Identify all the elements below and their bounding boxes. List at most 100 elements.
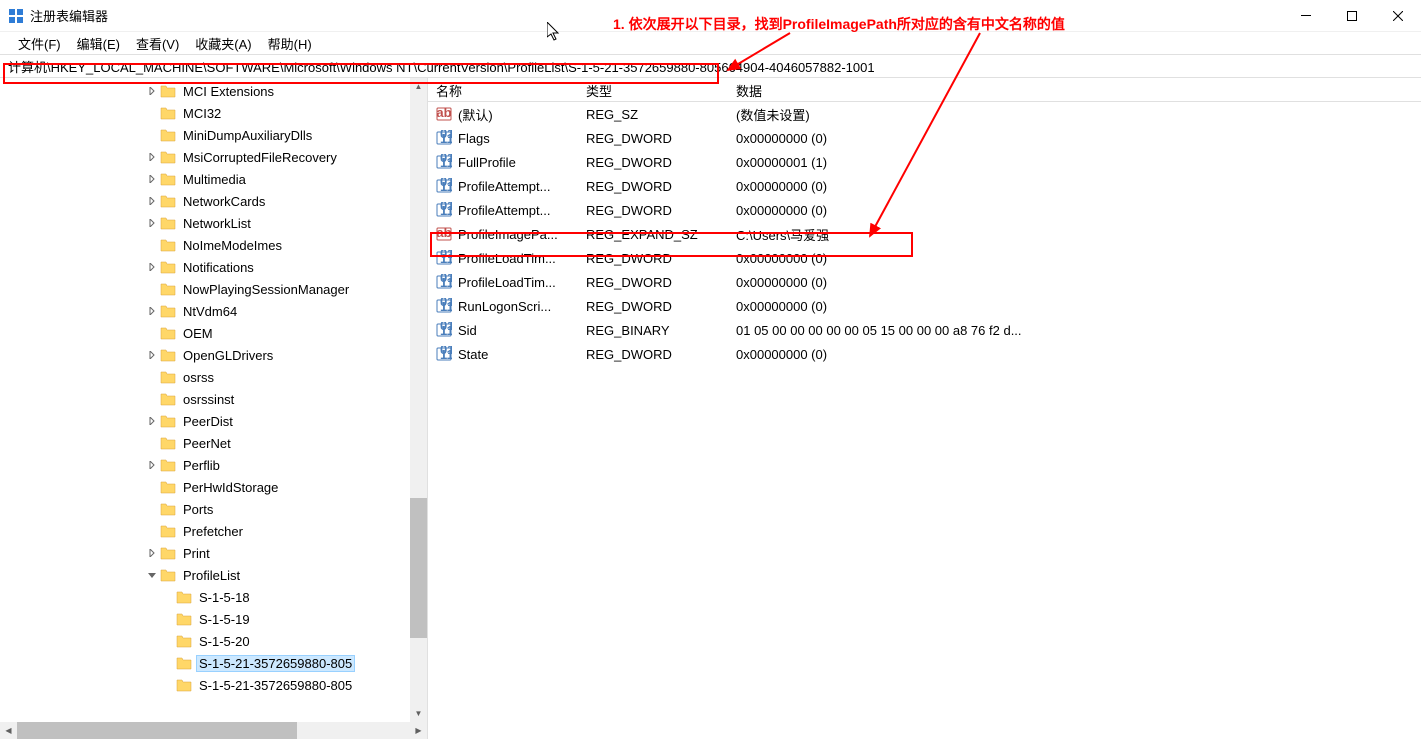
column-data[interactable]: 数据 bbox=[728, 78, 1421, 101]
expand-icon[interactable] bbox=[144, 457, 160, 473]
tree-item[interactable]: NoImeModeImes bbox=[0, 234, 427, 256]
menu-edit[interactable]: 编辑(E) bbox=[69, 33, 128, 54]
tree-item[interactable]: ProfileList bbox=[0, 564, 427, 586]
tree-item-label: MCI Extensions bbox=[180, 83, 277, 100]
list-row[interactable]: 011110ProfileAttempt...REG_DWORD0x000000… bbox=[428, 174, 1421, 198]
list-row[interactable]: 011110SidREG_BINARY01 05 00 00 00 00 00 … bbox=[428, 318, 1421, 342]
horizontal-scroll-thumb[interactable] bbox=[17, 722, 297, 739]
expand-icon[interactable] bbox=[144, 171, 160, 187]
tree-horizontal-scrollbar[interactable]: ◀ ▶ bbox=[0, 722, 427, 739]
list-row[interactable]: 011110FlagsREG_DWORD0x00000000 (0) bbox=[428, 126, 1421, 150]
tree-item[interactable]: MCI32 bbox=[0, 102, 427, 124]
expand-icon bbox=[160, 677, 176, 693]
tree-item[interactable]: NtVdm64 bbox=[0, 300, 427, 322]
cell-name: ab(默认) bbox=[428, 103, 578, 126]
main-content: MCI Extensions MCI32 MiniDumpAuxiliaryDlls… bbox=[0, 78, 1421, 739]
expand-icon[interactable] bbox=[144, 259, 160, 275]
addressbar[interactable]: 计算机\HKEY_LOCAL_MACHINE\SOFTWARE\Microsof… bbox=[0, 54, 1421, 78]
tree-item[interactable]: S-1-5-18 bbox=[0, 586, 427, 608]
tree-item[interactable]: NetworkCards bbox=[0, 190, 427, 212]
expand-icon[interactable] bbox=[144, 83, 160, 99]
tree-item-label: MiniDumpAuxiliaryDlls bbox=[180, 127, 315, 144]
tree-pane: MCI Extensions MCI32 MiniDumpAuxiliaryDlls… bbox=[0, 78, 428, 739]
svg-text:110: 110 bbox=[440, 299, 452, 314]
vertical-scroll-thumb[interactable] bbox=[410, 498, 427, 638]
expand-icon[interactable] bbox=[144, 347, 160, 363]
cell-name: abProfileImagePa... bbox=[428, 224, 578, 244]
tree-item-label: S-1-5-21-3572659880-805 bbox=[196, 655, 355, 672]
expand-icon[interactable] bbox=[144, 215, 160, 231]
scroll-down-button[interactable]: ▼ bbox=[410, 705, 427, 722]
tree-item[interactable]: PerHwIdStorage bbox=[0, 476, 427, 498]
cell-name: 011110ProfileAttempt... bbox=[428, 176, 578, 196]
list-row[interactable]: ab(默认)REG_SZ(数值未设置) bbox=[428, 102, 1421, 126]
tree-item[interactable]: OEM bbox=[0, 322, 427, 344]
horizontal-scroll-track[interactable] bbox=[17, 722, 410, 739]
tree-item[interactable]: MsiCorruptedFileRecovery bbox=[0, 146, 427, 168]
scroll-up-button[interactable]: ▲ bbox=[410, 78, 427, 95]
list-row[interactable]: 011110ProfileLoadTim...REG_DWORD0x000000… bbox=[428, 270, 1421, 294]
list-row[interactable]: 011110RunLogonScri...REG_DWORD0x00000000… bbox=[428, 294, 1421, 318]
list-row[interactable]: abProfileImagePa...REG_EXPAND_SZC:\Users… bbox=[428, 222, 1421, 246]
tree-item[interactable]: osrss bbox=[0, 366, 427, 388]
tree-item[interactable]: OpenGLDrivers bbox=[0, 344, 427, 366]
tree-item[interactable]: Multimedia bbox=[0, 168, 427, 190]
tree-item[interactable]: S-1-5-20 bbox=[0, 630, 427, 652]
expand-icon[interactable] bbox=[144, 149, 160, 165]
tree-item[interactable]: S-1-5-21-3572659880-805 bbox=[0, 674, 427, 696]
expand-icon bbox=[144, 325, 160, 341]
annotation-text: 1. 依次展开以下目录，找到ProfileImagePath所对应的含有中文名称… bbox=[613, 14, 1065, 34]
list-row[interactable]: 011110StateREG_DWORD0x00000000 (0) bbox=[428, 342, 1421, 366]
list-body[interactable]: ab(默认)REG_SZ(数值未设置)011110FlagsREG_DWORD0… bbox=[428, 102, 1421, 739]
list-row[interactable]: 011110ProfileLoadTim...REG_DWORD0x000000… bbox=[428, 246, 1421, 270]
expand-icon[interactable] bbox=[144, 303, 160, 319]
close-button[interactable] bbox=[1375, 0, 1421, 32]
list-pane: 名称 类型 数据 ab(默认)REG_SZ(数值未设置)011110FlagsR… bbox=[428, 78, 1421, 739]
minimize-button[interactable] bbox=[1283, 0, 1329, 32]
menu-help[interactable]: 帮助(H) bbox=[260, 33, 320, 54]
expand-icon[interactable] bbox=[144, 413, 160, 429]
tree-item[interactable]: NetworkList bbox=[0, 212, 427, 234]
maximize-button[interactable] bbox=[1329, 0, 1375, 32]
column-name[interactable]: 名称 bbox=[428, 78, 578, 101]
tree-vertical-scrollbar[interactable]: ▲ ▼ bbox=[410, 78, 427, 722]
expand-icon bbox=[144, 281, 160, 297]
collapse-icon[interactable] bbox=[144, 567, 160, 583]
cell-type: REG_DWORD bbox=[578, 129, 728, 148]
menu-view[interactable]: 查看(V) bbox=[128, 33, 187, 54]
tree-item[interactable]: S-1-5-19 bbox=[0, 608, 427, 630]
tree-item[interactable]: MiniDumpAuxiliaryDlls bbox=[0, 124, 427, 146]
menubar: 文件(F) 编辑(E) 查看(V) 收藏夹(A) 帮助(H) bbox=[0, 32, 1421, 54]
tree-item[interactable]: PeerNet bbox=[0, 432, 427, 454]
tree-content[interactable]: MCI Extensions MCI32 MiniDumpAuxiliaryDlls… bbox=[0, 78, 427, 739]
tree-item[interactable]: Perflib bbox=[0, 454, 427, 476]
expand-icon[interactable] bbox=[144, 193, 160, 209]
cell-name: 011110ProfileLoadTim... bbox=[428, 272, 578, 292]
tree-item-label: PeerDist bbox=[180, 413, 236, 430]
tree-item[interactable]: S-1-5-21-3572659880-805 bbox=[0, 652, 427, 674]
tree-item[interactable]: Ports bbox=[0, 498, 427, 520]
menu-file[interactable]: 文件(F) bbox=[10, 33, 69, 54]
expand-icon[interactable] bbox=[144, 545, 160, 561]
tree-item[interactable]: Prefetcher bbox=[0, 520, 427, 542]
scroll-right-button[interactable]: ▶ bbox=[410, 722, 427, 739]
tree-item[interactable]: Print bbox=[0, 542, 427, 564]
tree-item[interactable]: PeerDist bbox=[0, 410, 427, 432]
list-row[interactable]: 011110FullProfileREG_DWORD0x00000001 (1) bbox=[428, 150, 1421, 174]
tree-item-label: OpenGLDrivers bbox=[180, 347, 276, 364]
list-row[interactable]: 011110ProfileAttempt...REG_DWORD0x000000… bbox=[428, 198, 1421, 222]
cell-type: REG_DWORD bbox=[578, 177, 728, 196]
expand-icon bbox=[144, 435, 160, 451]
svg-text:110: 110 bbox=[440, 155, 452, 170]
tree-item[interactable]: NowPlayingSessionManager bbox=[0, 278, 427, 300]
column-type[interactable]: 类型 bbox=[578, 78, 728, 101]
cell-data: 0x00000000 (0) bbox=[728, 249, 1421, 268]
menu-favorites[interactable]: 收藏夹(A) bbox=[187, 33, 259, 54]
tree-item[interactable]: Notifications bbox=[0, 256, 427, 278]
scroll-left-button[interactable]: ◀ bbox=[0, 722, 17, 739]
tree-item[interactable]: osrssinst bbox=[0, 388, 427, 410]
cell-data: 0x00000001 (1) bbox=[728, 153, 1421, 172]
svg-text:ab: ab bbox=[436, 226, 451, 240]
tree-item-label: NetworkList bbox=[180, 215, 254, 232]
tree-item[interactable]: MCI Extensions bbox=[0, 80, 427, 102]
